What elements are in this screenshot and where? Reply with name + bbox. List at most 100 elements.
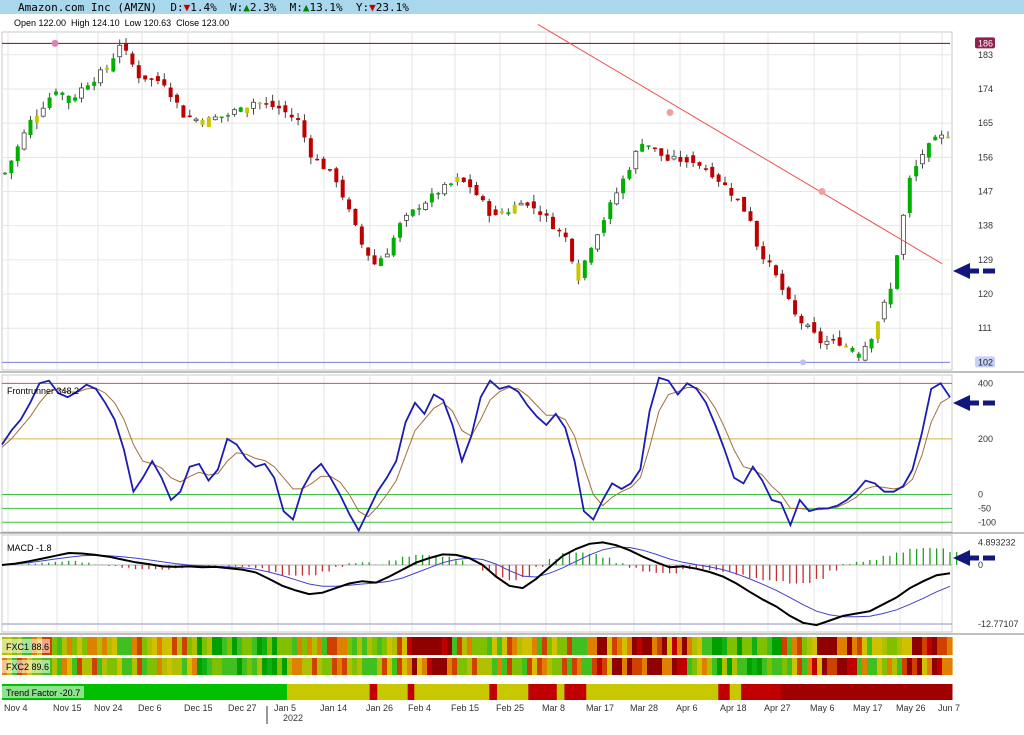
candle-body [608, 202, 613, 220]
heat-cell [117, 637, 123, 655]
heat-cell [807, 658, 813, 675]
heat-cell [92, 658, 98, 675]
heat-cell [607, 637, 613, 655]
candle-body [21, 132, 27, 150]
heat-cell [72, 637, 78, 655]
heat-cell [642, 658, 648, 675]
heat-cell [317, 658, 323, 675]
candle-body [296, 118, 301, 120]
heat-cell [597, 658, 603, 675]
heat-cell [717, 637, 723, 655]
heat-cell [257, 637, 263, 655]
heat-cell [772, 658, 778, 675]
heat-cell [602, 637, 608, 655]
candle-body [614, 192, 620, 205]
heat-cell [172, 637, 178, 655]
heat-cell [227, 637, 233, 655]
heat-cell [262, 658, 268, 675]
heat-cell [747, 637, 753, 655]
heat-cell [537, 637, 543, 655]
candle-body [557, 229, 562, 232]
heat-cell [467, 658, 473, 675]
candle-body [538, 211, 543, 215]
heat-cell [217, 658, 223, 675]
heat-cell [562, 637, 568, 655]
heat-cell [247, 658, 253, 675]
heat-cell [692, 658, 698, 675]
heat-cell [872, 637, 878, 655]
trend-segment [407, 684, 415, 700]
candle-body [544, 213, 549, 216]
candle-body [226, 115, 231, 117]
x-tick-label: Feb 25 [496, 703, 524, 713]
heat-cell [372, 658, 378, 675]
heat-cell [507, 658, 513, 675]
price-tick-label: 120 [978, 289, 993, 299]
heat-cell [742, 658, 748, 675]
candle-body [60, 92, 65, 95]
candle-body [117, 44, 123, 58]
heat-cell [602, 658, 608, 675]
heat-cell [362, 637, 368, 655]
heat-cell [477, 658, 483, 675]
heat-cell [302, 658, 308, 675]
candle-body [429, 193, 434, 203]
heat-cell [742, 637, 748, 655]
x-tick-label: May 6 [810, 703, 835, 713]
heat-cell [887, 637, 893, 655]
heat-cell [752, 637, 758, 655]
heat-cell [337, 658, 343, 675]
heat-cell [142, 658, 148, 675]
candle-body [66, 95, 71, 104]
heat-cell [392, 637, 398, 655]
candle-body [181, 105, 186, 118]
heat-cell [397, 637, 403, 655]
candle-body [219, 116, 224, 119]
x-tick-label: May 17 [853, 703, 883, 713]
heat-cell [247, 637, 253, 655]
candle-body [570, 238, 575, 262]
candle-body [130, 53, 135, 65]
candle-body [193, 118, 199, 122]
candle-body [881, 301, 887, 320]
candle-body [684, 157, 689, 163]
heat-cell [927, 658, 933, 675]
heat-cell [587, 658, 593, 675]
candle-body [729, 187, 734, 196]
heat-cell [747, 658, 753, 675]
heat-cell [712, 658, 718, 675]
heat-cell [822, 637, 828, 655]
candle-body [474, 184, 479, 196]
price-tick-label: 165 [978, 118, 993, 128]
heat-cell [147, 637, 153, 655]
heat-cell [432, 658, 438, 675]
heat-cell [727, 658, 733, 675]
heat-cell [427, 637, 433, 655]
heat-cell [97, 637, 103, 655]
heat-cell [512, 658, 518, 675]
heat-cell [157, 658, 163, 675]
heat-cell [162, 658, 168, 675]
candle-body [212, 116, 218, 121]
heat-cell [597, 637, 603, 655]
heat-cell [222, 637, 228, 655]
heat-cell [82, 637, 88, 655]
annotation-arrow-dash [983, 555, 995, 561]
annotation-arrow-dash [983, 268, 995, 274]
candle-body [143, 75, 148, 80]
heat-cell [857, 637, 863, 655]
x-tick-label: Jan 5 [274, 703, 296, 713]
heat-cell [317, 637, 323, 655]
heat-cell [562, 658, 568, 675]
heat-cell [647, 637, 653, 655]
candle-body [621, 178, 626, 194]
heat-cell [582, 637, 588, 655]
heat-cell [527, 658, 533, 675]
x-tick-label: Mar 8 [542, 703, 565, 713]
candle-body [468, 179, 473, 188]
year-label: 2022 [283, 713, 303, 723]
heat-cell [62, 658, 68, 675]
heat-cell [332, 658, 338, 675]
trend-segment [369, 684, 378, 700]
heat-cell [937, 658, 943, 675]
